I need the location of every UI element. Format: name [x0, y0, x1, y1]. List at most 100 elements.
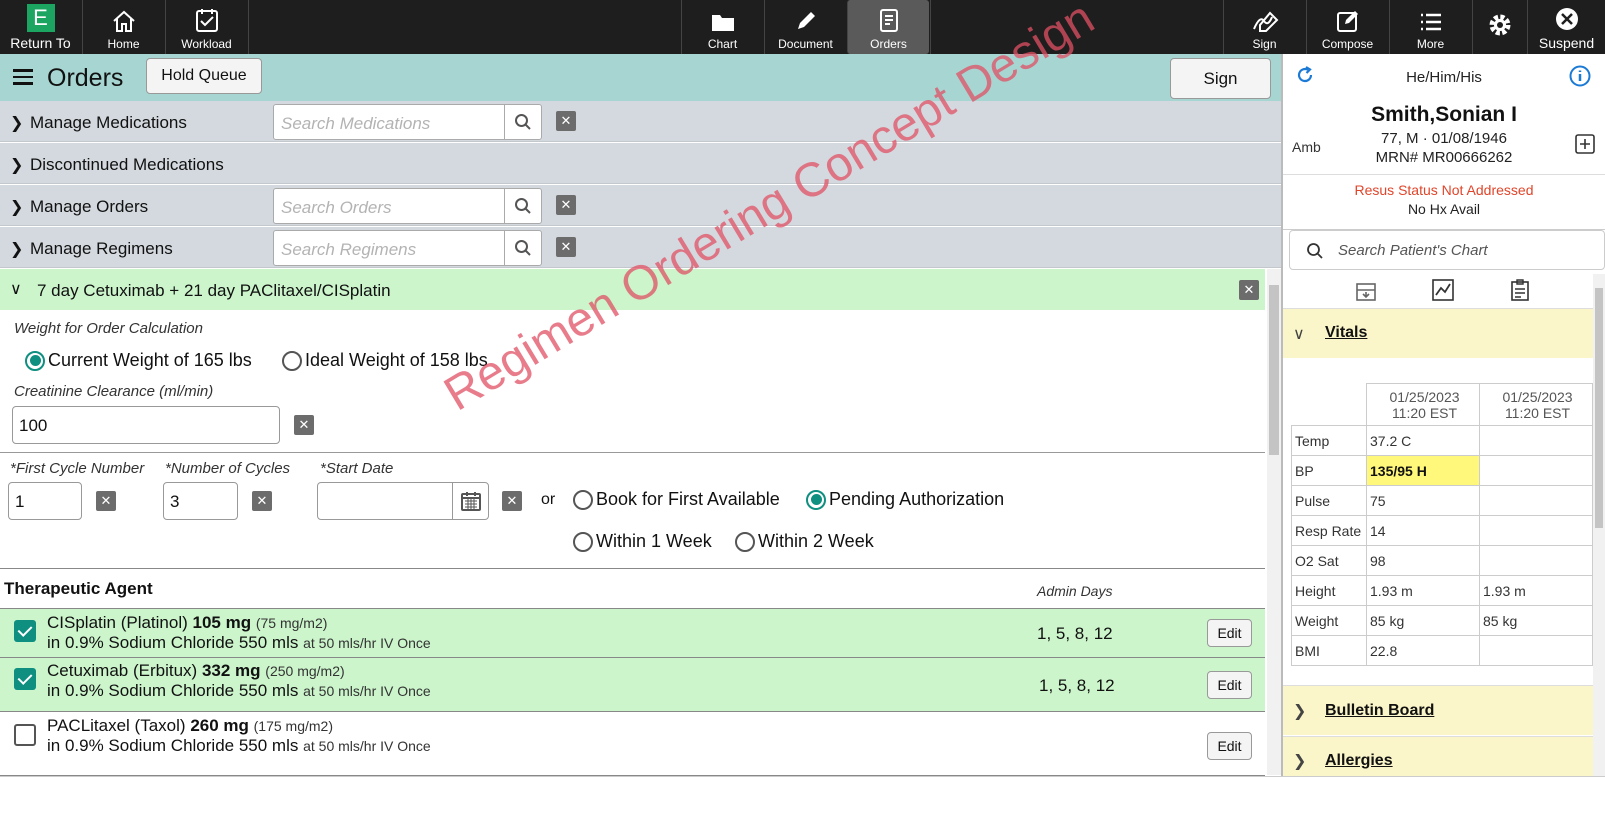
chevron-right-icon[interactable]: ❯	[1293, 701, 1306, 721]
pending-label: Pending Authorization	[829, 489, 1005, 509]
clipboard-calendar-icon	[195, 9, 218, 32]
chevron-down-icon[interactable]: ∨	[1293, 324, 1305, 344]
search-icon[interactable]	[504, 189, 541, 223]
num-cycles-input[interactable]: 3	[163, 482, 238, 520]
suspend-button[interactable]: Suspend	[1527, 0, 1605, 54]
hamburger-menu-icon[interactable]	[13, 69, 33, 89]
radio-selected-icon	[806, 489, 826, 510]
radio-within-1-week[interactable]: Within 1 Week	[573, 531, 712, 552]
compose-icon	[1336, 11, 1358, 32]
clear-regimens-icon[interactable]: ✕	[556, 237, 576, 257]
main-scrollbar[interactable]	[1267, 269, 1281, 775]
folder-icon	[711, 15, 734, 31]
clear-start-date-icon[interactable]: ✕	[502, 491, 522, 511]
discontinued-medications-label: Discontinued Medications	[30, 155, 224, 174]
sign-button[interactable]: Sign	[1170, 58, 1271, 99]
search-icon[interactable]	[504, 105, 541, 139]
regimen-title: 7 day Cetuximab + 21 day PAClitaxel/CISp…	[37, 281, 391, 300]
vitals-row: Temp 37.2 C	[1291, 425, 1593, 456]
chevron-right-icon[interactable]: ❯	[1293, 751, 1306, 771]
checkbox-unchecked-icon[interactable]	[14, 724, 36, 746]
allergies-section[interactable]: ❯ Allergies	[1283, 736, 1593, 776]
divider	[0, 452, 1265, 453]
discontinued-medications-row[interactable]: ❯ Discontinued Medications	[0, 143, 1281, 184]
add-box-icon[interactable]	[1575, 134, 1595, 154]
search-regimens-placeholder: Search Regimens	[281, 240, 417, 259]
page-title: Orders	[47, 64, 124, 92]
search-medications-input[interactable]: Search Medications	[273, 104, 542, 140]
manage-medications-row[interactable]: ❯ Manage Medications Search Medications …	[0, 101, 1281, 142]
return-to-label: Return To	[10, 35, 71, 51]
clipboard-icon[interactable]	[1509, 278, 1531, 302]
chart-button[interactable]: Chart	[681, 0, 763, 54]
search-orders-input[interactable]: Search Orders	[273, 188, 542, 224]
workload-button[interactable]: Workload	[165, 0, 247, 54]
edit-button[interactable]: Edit	[1207, 671, 1252, 699]
list-icon	[1420, 13, 1441, 31]
radio-within-2-week[interactable]: Within 2 Week	[735, 531, 874, 552]
bulletin-board-section[interactable]: ❯ Bulletin Board	[1283, 685, 1593, 735]
clear-first-cycle-icon[interactable]: ✕	[96, 491, 116, 511]
checkbox-checked-icon[interactable]	[14, 620, 36, 642]
start-date-label: *Start Date	[320, 460, 394, 477]
vitals-row: Weight 85 kg 85 kg	[1291, 605, 1593, 636]
radio-book-first-available[interactable]: Book for First Available	[573, 489, 780, 510]
search-patient-chart-input[interactable]: Search Patient's Chart	[1289, 230, 1605, 270]
checkbox-checked-icon[interactable]	[14, 668, 36, 690]
clear-num-cycles-icon[interactable]: ✕	[252, 491, 272, 511]
close-regimen-icon[interactable]: ✕	[1239, 280, 1259, 300]
return-to-button[interactable]: E Return To	[0, 0, 81, 54]
chevron-right-icon[interactable]: ❯	[10, 197, 23, 217]
drug-line-1: CISplatin (Platinol) 105 mg (75 mg/m2)	[47, 613, 328, 632]
chevron-right-icon[interactable]: ❯	[10, 239, 23, 259]
hold-queue-button[interactable]: Hold Queue	[146, 58, 262, 94]
manage-regimens-label: Manage Regimens	[30, 239, 173, 258]
chevron-right-icon[interactable]: ❯	[10, 155, 23, 175]
compose-button[interactable]: Compose	[1306, 0, 1388, 54]
edit-button[interactable]: Edit	[1207, 619, 1252, 647]
creatinine-input[interactable]: 100	[12, 406, 280, 444]
bottom-blank	[0, 776, 1605, 827]
first-cycle-input[interactable]: 1	[8, 482, 82, 520]
radio-pending-authorization[interactable]: Pending Authorization	[806, 489, 1004, 510]
info-icon[interactable]	[1569, 65, 1591, 87]
epic-logo-icon: E	[26, 4, 55, 32]
document-button[interactable]: Document	[764, 0, 846, 54]
scrollbar-thumb[interactable]	[1269, 285, 1279, 455]
scrollbar-thumb[interactable]	[1595, 288, 1603, 528]
calendar-icon[interactable]	[452, 483, 488, 519]
inbox-download-icon[interactable]	[1355, 280, 1377, 302]
resus-status: Resus Status Not Addressed	[1354, 182, 1534, 198]
search-icon[interactable]	[504, 231, 541, 265]
patient-mrn: MRN# MR00666262	[1375, 149, 1513, 166]
vitals-row: Pulse 75	[1291, 485, 1593, 516]
vitals-section-header[interactable]: ∨ Vitals	[1283, 308, 1593, 358]
vitals-row: Resp Rate 14	[1291, 515, 1593, 546]
more-button[interactable]: More	[1389, 0, 1471, 54]
suspend-label: Suspend	[1538, 35, 1595, 51]
clear-creatinine-icon[interactable]: ✕	[294, 415, 314, 435]
clear-medications-icon[interactable]: ✕	[556, 111, 576, 131]
edit-button[interactable]: Edit	[1207, 732, 1252, 760]
drug-line-1: Cetuximab (Erbitux) 332 mg (250 mg/m2)	[47, 661, 345, 680]
sidebar-scrollbar[interactable]	[1593, 274, 1605, 827]
admin-days-value: 1, 5, 8, 12	[1037, 624, 1113, 643]
home-label: Home	[107, 37, 140, 51]
sign-toolbar-button[interactable]: Sign	[1223, 0, 1305, 54]
settings-button[interactable]	[1472, 0, 1526, 54]
clear-orders-icon[interactable]: ✕	[556, 195, 576, 215]
home-button[interactable]: Home	[82, 0, 164, 54]
trend-chart-icon[interactable]	[1431, 278, 1455, 302]
drug-line-1: PACLitaxel (Taxol) 260 mg (175 mg/m2)	[47, 716, 333, 735]
orders-button[interactable]: Orders	[847, 0, 929, 54]
search-medications-placeholder: Search Medications	[281, 114, 431, 133]
radio-current-weight[interactable]: Current Weight of 165 lbs	[25, 350, 252, 371]
chart-label: Chart	[707, 37, 738, 51]
top-toolbar: E Return To Home Workload Chart Document…	[0, 0, 1605, 54]
search-regimens-input[interactable]: Search Regimens	[273, 230, 542, 266]
vitals-title: Vitals	[1325, 324, 1368, 341]
manage-orders-row[interactable]: ❯ Manage Orders Search Orders ✕	[0, 185, 1281, 226]
chevron-right-icon[interactable]: ❯	[10, 113, 23, 133]
compose-label: Compose	[1321, 37, 1374, 51]
chevron-down-icon[interactable]: ∨	[10, 279, 22, 299]
